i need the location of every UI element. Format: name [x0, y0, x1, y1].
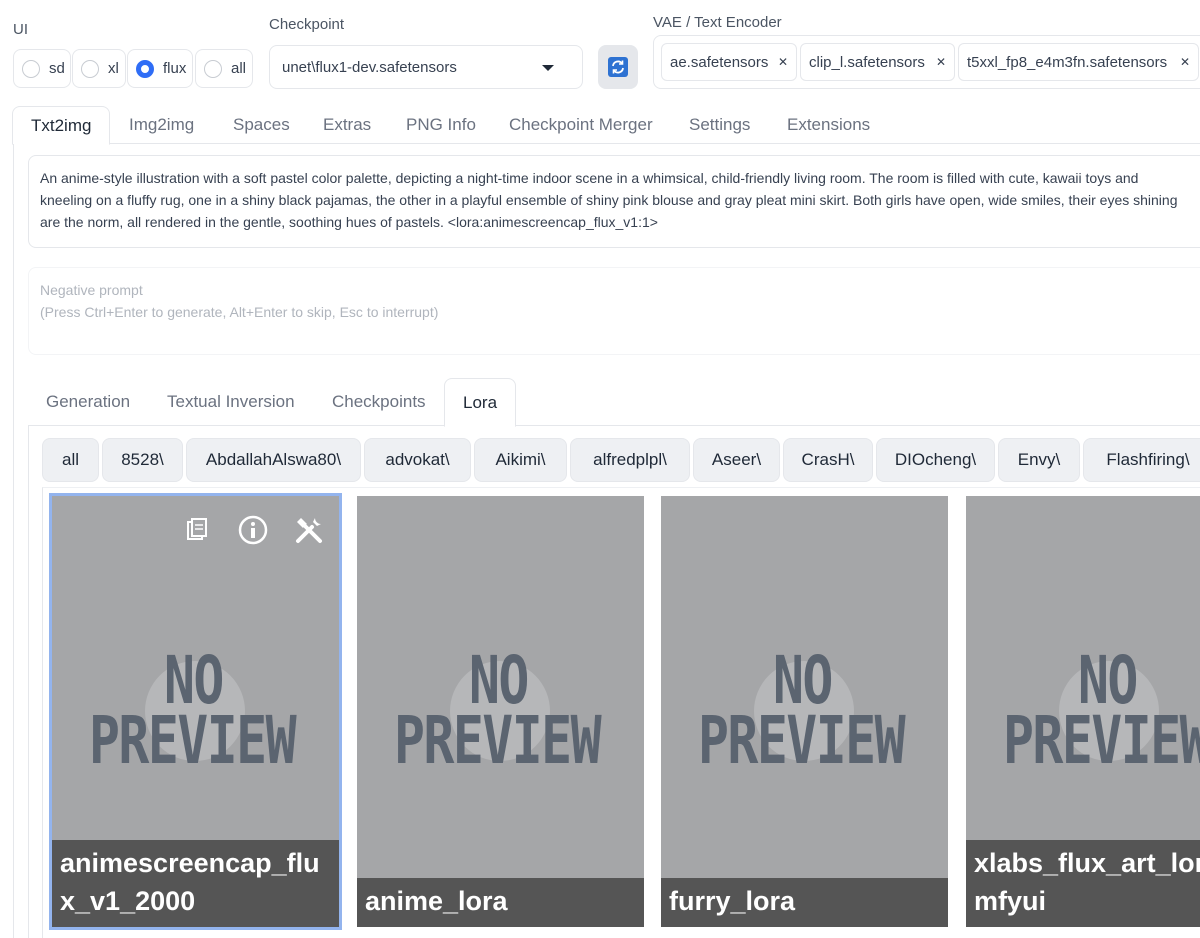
tab-spaces[interactable]: Spaces	[233, 106, 290, 144]
radio-all[interactable]: all	[195, 49, 253, 88]
filter-envy[interactable]: Envy\	[998, 438, 1080, 482]
tab-extensions[interactable]: Extensions	[787, 106, 870, 144]
tab-extras[interactable]: Extras	[323, 106, 371, 144]
tab-settings[interactable]: Settings	[689, 106, 750, 144]
negative-prompt-textarea[interactable]: Negative prompt (Press Ctrl+Enter to gen…	[28, 267, 1200, 355]
checkpoint-dropdown[interactable]: unet\flux1-dev.safetensors	[269, 45, 583, 89]
lora-card-name: anime_lora	[357, 878, 644, 927]
tab-img2img[interactable]: Img2img	[129, 106, 194, 144]
checkpoint-value: unet\flux1-dev.safetensors	[282, 58, 457, 76]
tab-txt2img[interactable]: Txt2img	[12, 106, 111, 145]
preview-text-preview: PREVIEW	[89, 702, 297, 779]
extra-networks-tab-bar: Generation Textual Inversion Checkpoints…	[28, 378, 1200, 427]
radio-label-all: all	[231, 60, 247, 77]
card-inner: NO PREVIEW xlabs_flux_art_lora_mfyui	[966, 496, 1200, 927]
card-actions	[181, 514, 325, 546]
preview-text-preview: PREVIEW	[698, 702, 906, 779]
negative-placeholder-title: Negative prompt	[40, 282, 143, 298]
prompt-line: An anime-style illustration with a soft …	[40, 170, 1139, 186]
filter-all[interactable]: all	[42, 438, 99, 482]
vae-multiselect[interactable]: ae.safetensors ✕ clip_l.safetensors ✕ t5…	[653, 35, 1200, 89]
info-icon[interactable]	[237, 514, 269, 546]
filter-flashfiring[interactable]: Flashfiring\	[1083, 438, 1200, 482]
vae-chip-ae: ae.safetensors ✕	[661, 43, 797, 81]
prompt-line: kneeling on a fluffy rug, one in a shiny…	[40, 192, 1178, 208]
negative-placeholder-hint: (Press Ctrl+Enter to generate, Alt+Enter…	[40, 304, 439, 320]
preview-text-preview: PREVIEW	[394, 702, 602, 779]
copy-icon[interactable]	[181, 514, 213, 546]
panel-border	[13, 144, 14, 938]
lora-card[interactable]: NO PREVIEW xlabs_flux_art_lora_mfyui	[966, 496, 1200, 927]
remove-icon[interactable]: ✕	[936, 55, 946, 69]
chip-label: ae.safetensors	[670, 53, 769, 71]
prompt-line: are the norm, all rendered in the gentle…	[40, 214, 658, 230]
lora-card-name: animescreencap_flux_v1_2000	[52, 840, 339, 927]
checkpoint-label: Checkpoint	[269, 16, 345, 33]
lora-card-name: furry_lora	[661, 878, 948, 927]
vae-chip-t5: t5xxl_fp8_e4m3fn.safetensors ✕	[958, 43, 1199, 81]
radio-circle-flux[interactable]	[136, 59, 154, 78]
filter-aikimi[interactable]: Aikimi\	[474, 438, 567, 482]
lora-card-name: xlabs_flux_art_lora_mfyui	[966, 840, 1200, 927]
radio-circle-xl[interactable]	[81, 59, 99, 78]
lora-card[interactable]: NO PREVIEW furry_lora	[661, 496, 948, 927]
filter-8528[interactable]: 8528\	[102, 438, 183, 482]
refresh-icon	[608, 57, 628, 77]
filter-abdallahalswa80[interactable]: AbdallahAlswa80\	[186, 438, 361, 482]
radio-xl[interactable]: xl	[72, 49, 126, 88]
refresh-button[interactable]	[598, 45, 638, 89]
filter-diocheng[interactable]: DIOcheng\	[876, 438, 995, 482]
radio-flux[interactable]: flux	[127, 49, 193, 88]
tab-checkpoint-merger[interactable]: Checkpoint Merger	[509, 106, 653, 144]
tab-generation[interactable]: Generation	[46, 378, 130, 426]
tab-checkpoints[interactable]: Checkpoints	[332, 378, 426, 426]
radio-circle-sd[interactable]	[22, 59, 40, 78]
filter-crash[interactable]: CrasH\	[783, 438, 873, 482]
radio-label-sd: sd	[49, 60, 65, 77]
chevron-down-icon	[542, 65, 554, 71]
vae-chip-clip: clip_l.safetensors ✕	[800, 43, 955, 81]
prompt-textarea[interactable]: An anime-style illustration with a soft …	[28, 155, 1200, 248]
vae-label: VAE / Text Encoder	[653, 14, 782, 31]
radio-circle-all[interactable]	[204, 59, 222, 78]
tools-icon[interactable]	[293, 514, 325, 546]
main-tab-bar: Txt2img Img2img Spaces Extras PNG Info C…	[12, 106, 1200, 145]
filter-advokat[interactable]: advokat\	[364, 438, 471, 482]
radio-label-xl: xl	[108, 60, 119, 77]
chip-label: t5xxl_fp8_e4m3fn.safetensors	[967, 53, 1168, 71]
tab-lora[interactable]: Lora	[444, 378, 517, 427]
chip-label: clip_l.safetensors	[809, 53, 925, 71]
filter-alfredplpl[interactable]: alfredplpl\	[570, 438, 690, 482]
radio-sd[interactable]: sd	[13, 49, 71, 88]
lora-card[interactable]: NO PREVIEW animescreencap_flux_v1_2000	[49, 493, 342, 930]
ui-label: UI	[13, 21, 28, 38]
tab-textual-inversion[interactable]: Textual Inversion	[167, 378, 295, 426]
filter-aseer[interactable]: Aseer\	[693, 438, 780, 482]
remove-icon[interactable]: ✕	[1180, 55, 1190, 69]
lora-card[interactable]: NO PREVIEW anime_lora	[357, 496, 644, 927]
radio-label-flux: flux	[163, 60, 187, 77]
preview-text-preview: PREVIEW	[1003, 702, 1200, 779]
tab-png-info[interactable]: PNG Info	[406, 106, 476, 144]
remove-icon[interactable]: ✕	[778, 55, 788, 69]
